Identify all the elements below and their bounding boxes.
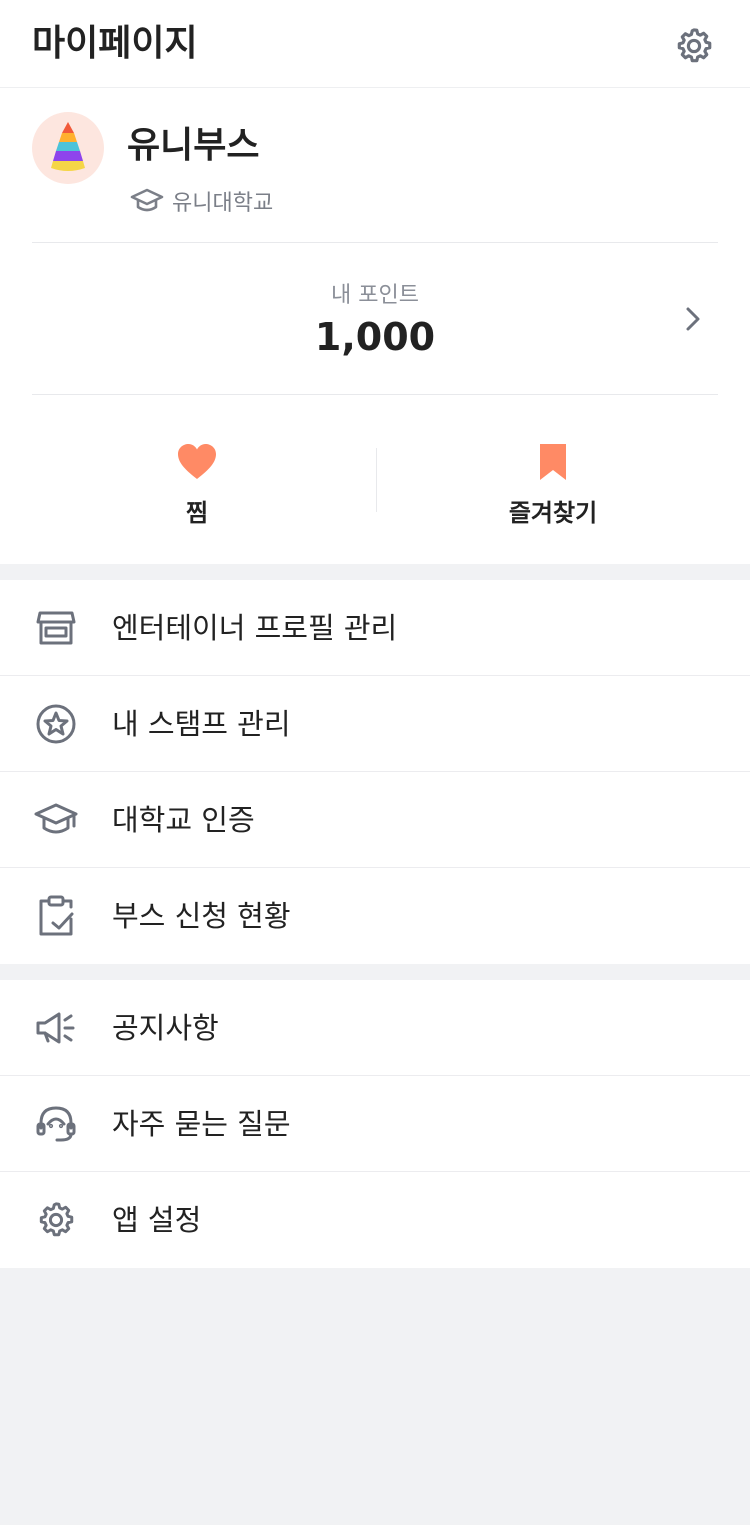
party-hat-icon xyxy=(51,122,85,171)
menu-group-account: 엔터테이너 프로필 관리 내 스탬프 관리 대학교 인증 부스 신청 현황 xyxy=(0,580,750,964)
menu-item-faq[interactable]: 자주 묻는 질문 xyxy=(0,1076,750,1172)
user-name: 유니부스 xyxy=(127,125,260,166)
headset-icon xyxy=(36,1106,76,1142)
divider xyxy=(376,448,377,512)
storefront-icon xyxy=(36,611,76,645)
school-name: 유니대학교 xyxy=(172,191,274,216)
menu-item-booth-application-status[interactable]: 부스 신청 현황 xyxy=(0,868,750,964)
menu-item-app-settings[interactable]: 앱 설정 xyxy=(0,1172,750,1268)
menu-label: 내 스탬프 관리 xyxy=(112,707,291,741)
bookmark-icon xyxy=(540,444,566,480)
menu-label: 자주 묻는 질문 xyxy=(112,1107,291,1141)
menu-item-university-verification[interactable]: 대학교 인증 xyxy=(0,772,750,868)
points-value: 1,000 xyxy=(314,315,436,359)
wishlist-label: 찜 xyxy=(185,499,209,527)
wishlist-button[interactable]: 찜 xyxy=(32,438,362,528)
menu-item-my-stamps[interactable]: 내 스탬프 관리 xyxy=(0,676,750,772)
points-label: 내 포인트 xyxy=(331,283,419,308)
points-button[interactable]: 내 포인트 1,000 xyxy=(32,243,718,394)
clipboard-check-icon xyxy=(39,895,74,936)
favorites-label: 즐겨찾기 xyxy=(508,499,598,527)
page-title: 마이페이지 xyxy=(32,23,198,64)
settings-button[interactable] xyxy=(670,22,718,70)
menu-item-notices[interactable]: 공지사항 xyxy=(0,980,750,1076)
heart-icon xyxy=(178,444,216,479)
graduation-cap-icon xyxy=(34,803,78,834)
star-badge-icon xyxy=(36,704,76,744)
school-info: 유니대학교 xyxy=(130,184,273,218)
profile-card: 유니부스 유니대학교 내 포인트 1,000 찜 즐겨찾기 xyxy=(0,88,750,564)
avatar[interactable] xyxy=(32,112,104,184)
megaphone-icon xyxy=(36,1012,75,1044)
gear-icon xyxy=(677,28,712,63)
chevron-right-icon xyxy=(686,307,700,331)
menu-label: 앱 설정 xyxy=(112,1203,202,1237)
top-app-bar: 마이페이지 xyxy=(0,0,750,88)
menu-label: 엔터테이너 프로필 관리 xyxy=(112,611,398,645)
gear-icon xyxy=(39,1202,74,1237)
menu-label: 대학교 인증 xyxy=(112,803,255,837)
menu-group-support: 공지사항 자주 묻는 질문 앱 설정 xyxy=(0,980,750,1268)
menu-label: 부스 신청 현황 xyxy=(112,899,291,933)
menu-label: 공지사항 xyxy=(112,1011,219,1045)
divider xyxy=(32,394,718,395)
favorites-button[interactable]: 즐겨찾기 xyxy=(388,438,718,528)
graduation-cap-icon xyxy=(130,188,164,212)
menu-item-entertainer-profile[interactable]: 엔터테이너 프로필 관리 xyxy=(0,580,750,676)
